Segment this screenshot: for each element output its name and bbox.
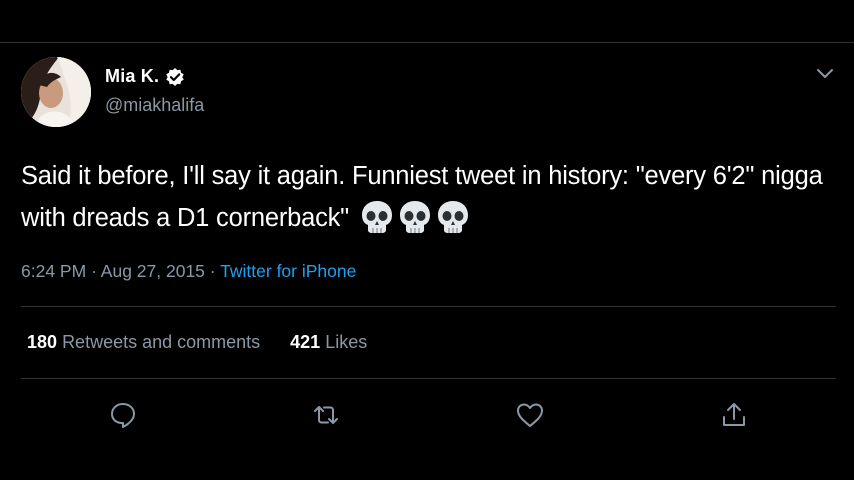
display-name[interactable]: Mia K. bbox=[105, 66, 159, 87]
user-handle[interactable]: @miakhalifa bbox=[105, 95, 204, 116]
skull-icon bbox=[361, 201, 392, 233]
likes-stat[interactable]: 421 Likes bbox=[290, 332, 367, 353]
likes-count: 421 bbox=[290, 332, 321, 352]
skull-icon bbox=[437, 201, 468, 233]
retweets-label: Retweets and comments bbox=[62, 332, 261, 352]
retweet-icon[interactable] bbox=[311, 400, 341, 430]
stats-divider-top bbox=[21, 306, 836, 307]
share-icon[interactable] bbox=[719, 400, 749, 430]
tweet-text: Said it before, I'll say it again. Funni… bbox=[21, 155, 836, 239]
tweet-source-link[interactable]: Twitter for iPhone bbox=[220, 261, 356, 281]
retweets-stat[interactable]: 180 Retweets and comments bbox=[27, 332, 260, 353]
reply-icon[interactable] bbox=[108, 400, 138, 430]
emoji-group bbox=[356, 201, 470, 233]
top-divider bbox=[0, 42, 854, 43]
tweet-date[interactable]: Aug 27, 2015 bbox=[101, 261, 205, 281]
chevron-down-icon[interactable] bbox=[815, 66, 835, 82]
tweet-time[interactable]: 6:24 PM bbox=[21, 261, 86, 281]
name-row: Mia K. bbox=[105, 66, 185, 87]
tweet-meta: 6:24 PM · Aug 27, 2015 · Twitter for iPh… bbox=[21, 261, 356, 282]
avatar[interactable] bbox=[21, 57, 91, 127]
like-icon[interactable] bbox=[515, 400, 545, 430]
retweets-count: 180 bbox=[27, 332, 58, 352]
verified-badge-icon bbox=[166, 67, 184, 86]
likes-label: Likes bbox=[325, 332, 368, 352]
stats-divider-bottom bbox=[21, 378, 836, 379]
meta-separator: · bbox=[209, 261, 216, 281]
tweet-stats: 180 Retweets and comments 421 Likes bbox=[27, 332, 367, 353]
avatar-image bbox=[21, 57, 91, 127]
skull-icon bbox=[399, 201, 430, 233]
meta-separator: · bbox=[91, 261, 97, 281]
